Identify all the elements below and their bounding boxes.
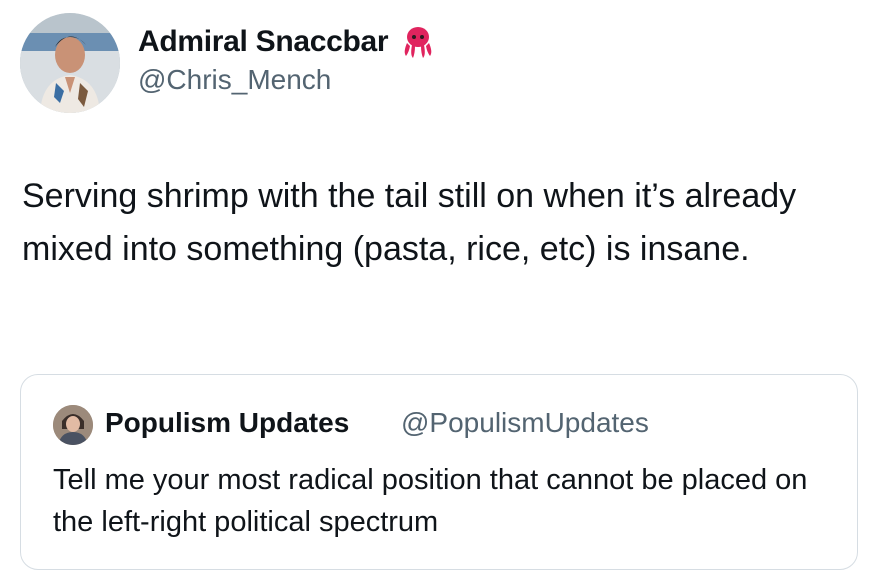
- author-handle[interactable]: @Chris_Mench: [138, 64, 331, 96]
- quoted-author-avatar[interactable]: [53, 405, 93, 445]
- quoted-tweet-text: Tell me your most radical position that …: [53, 464, 808, 538]
- tweet: Admiral Snaccbar @Chris_Mench Serving sh…: [0, 0, 880, 584]
- quoted-tweet-card[interactable]: Populism Updates @PopulismUpdates Tell m…: [20, 374, 858, 570]
- author-avatar[interactable]: [20, 13, 120, 113]
- user-avatar-icon: [53, 405, 93, 445]
- tweet-text: Serving shrimp with the tail still on wh…: [22, 177, 797, 268]
- author-display-name[interactable]: Admiral Snaccbar: [138, 22, 438, 62]
- quoted-author-name[interactable]: Populism Updates: [105, 407, 349, 439]
- octopus-icon: [398, 22, 438, 62]
- author-name-text: Admiral Snaccbar: [138, 25, 389, 58]
- user-avatar-icon: [20, 13, 120, 113]
- quoted-author-handle[interactable]: @PopulismUpdates: [401, 407, 649, 439]
